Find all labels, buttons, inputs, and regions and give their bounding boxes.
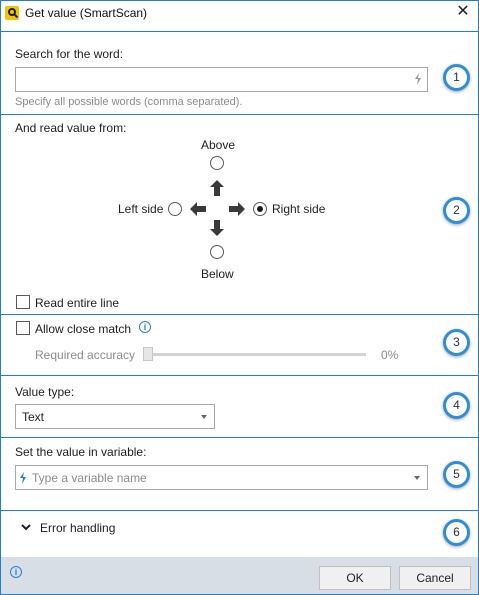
radio-right-side[interactable] bbox=[253, 202, 267, 216]
info-icon[interactable]: i bbox=[10, 566, 22, 578]
arrow-down-icon bbox=[210, 220, 224, 236]
ok-button[interactable]: OK bbox=[319, 566, 391, 590]
read-from-label: And read value from: bbox=[15, 121, 127, 135]
variable-placeholder: Type a variable name bbox=[32, 471, 147, 485]
close-icon: ✕ bbox=[456, 3, 470, 20]
lightning-icon[interactable] bbox=[414, 73, 422, 85]
arrow-left-icon bbox=[190, 202, 206, 216]
read-entire-line-label: Read entire line bbox=[35, 296, 120, 310]
above-label: Above bbox=[201, 138, 236, 152]
dialog-window: Get value (SmartScan) ✕ Search for the w… bbox=[0, 0, 479, 595]
error-handling-toggle[interactable]: Error handling bbox=[21, 519, 151, 537]
window-title: Get value (SmartScan) bbox=[25, 6, 148, 20]
accuracy-slider-track[interactable] bbox=[144, 353, 366, 356]
step-badge-4: 4 bbox=[443, 392, 470, 419]
value-type-label: Value type: bbox=[15, 385, 75, 399]
close-button[interactable]: ✕ bbox=[448, 1, 478, 25]
variable-select[interactable]: Type a variable name bbox=[15, 465, 428, 490]
required-accuracy-label: Required accuracy bbox=[35, 348, 136, 362]
step-badge-1: 1 bbox=[443, 64, 470, 91]
arrow-right-icon bbox=[229, 202, 245, 216]
accuracy-value: 0% bbox=[381, 348, 399, 362]
search-input[interactable] bbox=[15, 67, 428, 92]
variable-section: Set the value in variable: Type a variab… bbox=[1, 437, 478, 510]
radio-above[interactable] bbox=[210, 156, 224, 170]
step-badge-3: 3 bbox=[443, 329, 470, 356]
allow-close-match-checkbox[interactable] bbox=[16, 321, 30, 335]
radio-below[interactable] bbox=[210, 245, 224, 259]
below-label: Below bbox=[201, 267, 234, 281]
value-type-select[interactable]: Text bbox=[15, 404, 215, 429]
right-side-label: Right side bbox=[272, 202, 326, 216]
dropdown-caret-icon bbox=[414, 476, 420, 480]
app-logo-icon bbox=[5, 6, 19, 20]
step-badge-5: 5 bbox=[443, 461, 470, 488]
close-match-section: Allow close match i Required accuracy 0%… bbox=[1, 314, 478, 375]
allow-close-match-label: Allow close match bbox=[35, 322, 132, 336]
value-type-selected: Text bbox=[22, 410, 45, 424]
variable-label: Set the value in variable: bbox=[15, 445, 147, 459]
search-hint: Specify all possible words (comma separa… bbox=[15, 96, 243, 108]
dialog-footer: i OK Cancel bbox=[1, 557, 478, 594]
info-icon[interactable]: i bbox=[139, 321, 151, 333]
cancel-button[interactable]: Cancel bbox=[399, 566, 471, 590]
error-handling-section: Error handling 6 bbox=[1, 510, 478, 557]
step-badge-2: 2 bbox=[443, 197, 470, 224]
value-type-section: Value type: Text 4 bbox=[1, 375, 478, 437]
error-handling-label: Error handling bbox=[40, 521, 116, 535]
search-section: Search for the word: Specify all possibl… bbox=[1, 31, 478, 114]
read-from-section: And read value from: Above Left side Rig… bbox=[1, 114, 478, 314]
title-bar: Get value (SmartScan) ✕ bbox=[1, 1, 478, 25]
step-badge-6: 6 bbox=[443, 519, 470, 546]
lightning-icon bbox=[20, 472, 26, 484]
chevron-down-icon bbox=[21, 524, 31, 531]
read-entire-line-checkbox[interactable] bbox=[16, 295, 30, 309]
arrow-up-icon bbox=[210, 180, 224, 196]
radio-left-side[interactable] bbox=[168, 202, 182, 216]
left-side-label: Left side bbox=[118, 202, 164, 216]
dropdown-caret-icon bbox=[201, 415, 207, 419]
accuracy-slider-thumb[interactable] bbox=[143, 347, 153, 361]
search-label: Search for the word: bbox=[15, 47, 124, 61]
